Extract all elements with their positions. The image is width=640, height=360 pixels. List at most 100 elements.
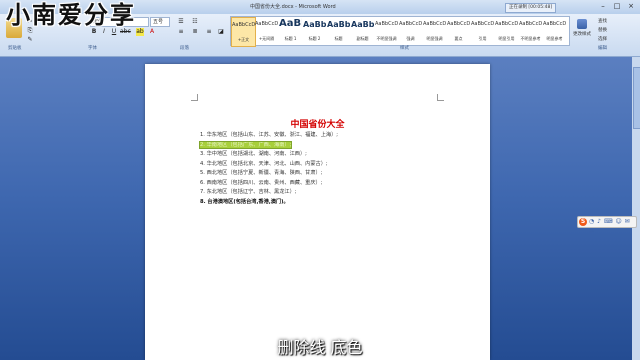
list-item-text: 3. 华中地区（包括湖北、湖南、河南、江西）;	[200, 151, 307, 157]
align-center-icon[interactable]: ≣	[190, 28, 200, 36]
style-name: 不明显参考	[520, 36, 541, 41]
margin-mark-top-left	[191, 94, 198, 101]
document-title: 中国省份大全	[290, 120, 345, 130]
bold-icon[interactable]: B	[90, 28, 98, 36]
list-item-text: 1. 华东地区（包括山东、江苏、安徽、浙江、福建、上海）;	[200, 132, 339, 138]
align-left-icon[interactable]: ≡	[176, 28, 186, 36]
style-item[interactable]: AaBbC 标题 2	[303, 17, 326, 45]
scrollbar-thumb[interactable]	[633, 67, 640, 129]
minimize-icon[interactable]: –	[598, 2, 608, 11]
style-sample: AaBbCcDd	[232, 22, 255, 28]
list-item[interactable]: 4. 华北地区（包括北京、天津、河北、山西、内蒙古）;	[200, 160, 328, 169]
style-item[interactable]: AaBbCcDd 不明显强调	[375, 17, 398, 45]
list-item[interactable]: 3. 华中地区（包括湖北、湖南、河南、江西）;	[200, 150, 307, 159]
change-styles-label: 更改样式	[573, 32, 591, 37]
italic-icon[interactable]: I	[100, 28, 108, 36]
list-item-text: 8. 台港澳地区(包括台湾,香港,澳门)。	[200, 198, 289, 205]
list-item-text: 4. 华北地区（包括北京、天津、河北、山西、内蒙古）;	[200, 160, 328, 167]
style-name: 引用	[478, 36, 487, 41]
style-item[interactable]: AaBbC 副标题	[351, 17, 374, 45]
font-size-select[interactable]: 五号	[150, 17, 170, 27]
style-item[interactable]: AaBbC 标题	[327, 17, 350, 45]
list-item[interactable]: 7. 东北地区（包括辽宁、吉林、黑龙江）;	[200, 188, 297, 197]
style-item[interactable]: AaBbCcDd 引用	[471, 17, 494, 45]
find-button[interactable]: 查找	[598, 18, 607, 24]
replace-button[interactable]: 替换	[598, 27, 607, 33]
shading-icon[interactable]: ◪	[216, 28, 226, 36]
ime-logo-icon: S	[579, 218, 587, 226]
input-method-toolbar[interactable]: S ◔ ♪ ⌨ ☺ ✉ ⚙	[577, 216, 637, 235]
maximize-icon[interactable]: □	[612, 2, 622, 11]
strikethrough-icon[interactable]: abc	[120, 28, 131, 36]
highlight-color-icon[interactable]: ab	[136, 28, 144, 36]
style-sample: AaBbCcDd	[375, 21, 398, 27]
style-name: 不明显强调	[376, 36, 397, 41]
list-item-text: 6. 西南地区（包括四川、云南、贵州、西藏、重庆）;	[200, 179, 323, 186]
list-item[interactable]: 2. 华南地区（包括广东、广西、海南）;	[198, 140, 293, 150]
style-gallery: AaBbCcDd +正文 AaBbCcDd +无间隔 AaBb 标题 1 AaBbC 标题 2…	[230, 16, 570, 47]
group-label-editing: 编辑	[598, 46, 607, 51]
bullets-icon[interactable]: ☰	[176, 18, 186, 26]
select-button[interactable]: 选择	[598, 36, 607, 42]
document-page[interactable]: 中国省份大全 1. 华东地区（包括山东、江苏、安徽、浙江、福建、上海）; 2. 华…	[145, 64, 490, 360]
list-item-text: 7. 东北地区（包括辽宁、吉林、黑龙江）;	[200, 189, 297, 195]
group-label-styles: 样式	[400, 46, 409, 51]
style-item[interactable]: AaBbCcDd 明显参考	[543, 17, 566, 45]
group-label-font: 字体	[88, 46, 97, 51]
style-item[interactable]: AaBbCcDd +正文	[231, 17, 256, 47]
style-item[interactable]: AaBbCcDd 明显引用	[495, 17, 518, 45]
change-styles-button[interactable]: 更改样式	[572, 16, 592, 44]
style-name: 标题 1	[284, 36, 297, 41]
style-item[interactable]: AaBbCcDd 明显强调	[423, 17, 446, 45]
style-sample: AaBbCcDd	[519, 21, 542, 27]
style-sample: AaBbC	[351, 20, 374, 29]
style-sample: AaBbCcDd	[495, 21, 518, 27]
style-item[interactable]: AaBb 标题 1	[279, 17, 302, 45]
style-name: 标题	[334, 36, 343, 41]
margin-mark-top-right	[437, 94, 444, 101]
style-sample: AaBbC	[303, 20, 326, 29]
video-subtitle: 删除线 底色	[277, 338, 363, 357]
ime-tools-icons[interactable]: ◔ ♪ ⌨ ☺ ✉ ⚙	[589, 217, 636, 237]
format-painter-icon[interactable]: ✎	[26, 36, 34, 44]
highlighted-list-text: 2. 华南地区（包括广东、广西、海南）;	[198, 140, 293, 149]
style-name: 明显引用	[498, 36, 515, 41]
style-name: 强调	[406, 36, 415, 41]
style-name: 要点	[454, 36, 463, 41]
list-item[interactable]: 6. 西南地区（包括四川、云南、贵州、西藏、重庆）;	[200, 179, 322, 188]
style-name: 明显参考	[546, 36, 563, 41]
style-item[interactable]: AaBbCcDd 要点	[447, 17, 470, 45]
style-item[interactable]: AaBbCcDd +无间隔	[255, 17, 278, 45]
font-color-icon[interactable]: A	[148, 28, 156, 36]
style-name: 明显强调	[426, 36, 443, 41]
style-name: 副标题	[356, 36, 369, 41]
recording-status-badge: 正在录制 [00:05:48]	[505, 3, 557, 13]
window-title: 中国省份大全.docx - Microsoft Word	[250, 4, 336, 10]
ribbon-group-labels: 剪贴板 字体 段落 样式 编辑	[0, 44, 640, 54]
close-icon[interactable]: ×	[626, 2, 636, 11]
vertical-scrollbar[interactable]	[632, 57, 640, 360]
style-item[interactable]: AaBbCcDd 不明显参考	[519, 17, 542, 45]
style-sample: AaBbCcDd	[399, 21, 422, 27]
style-item[interactable]: AaBbCcDd 强调	[399, 17, 422, 45]
style-sample: AaBbCcDd	[471, 21, 494, 27]
list-item[interactable]: 5. 西北地区（包括宁夏、新疆、青海、陕西、甘肃）;	[200, 169, 322, 178]
style-sample: AaBbCcDd	[255, 21, 278, 27]
style-name: +无间隔	[258, 36, 275, 41]
group-label-paragraph: 段落	[180, 46, 189, 51]
underline-icon[interactable]: U	[110, 28, 118, 36]
group-label-clipboard: 剪贴板	[8, 46, 22, 51]
list-item[interactable]: 8. 台港澳地区(包括台湾,香港,澳门)。	[200, 198, 289, 207]
list-item[interactable]: 1. 华东地区（包括山东、江苏、安徽、浙江、福建、上海）;	[200, 131, 338, 140]
list-item-text: 5. 西北地区（包括宁夏、新疆、青海、陕西、甘肃）;	[200, 170, 323, 176]
style-sample: AaBbC	[327, 20, 350, 29]
style-sample: AaBbCcDd	[543, 21, 566, 27]
style-sample: AaBbCcDd	[423, 21, 446, 27]
align-right-icon[interactable]: ≡	[204, 28, 214, 36]
style-name: +正文	[237, 37, 250, 42]
channel-watermark: 小南爱分享	[6, 0, 136, 29]
style-sample: AaBb	[279, 18, 302, 29]
numbering-icon[interactable]: ☷	[190, 18, 200, 26]
style-sample: AaBbCcDd	[447, 21, 470, 27]
change-styles-icon	[577, 19, 587, 29]
